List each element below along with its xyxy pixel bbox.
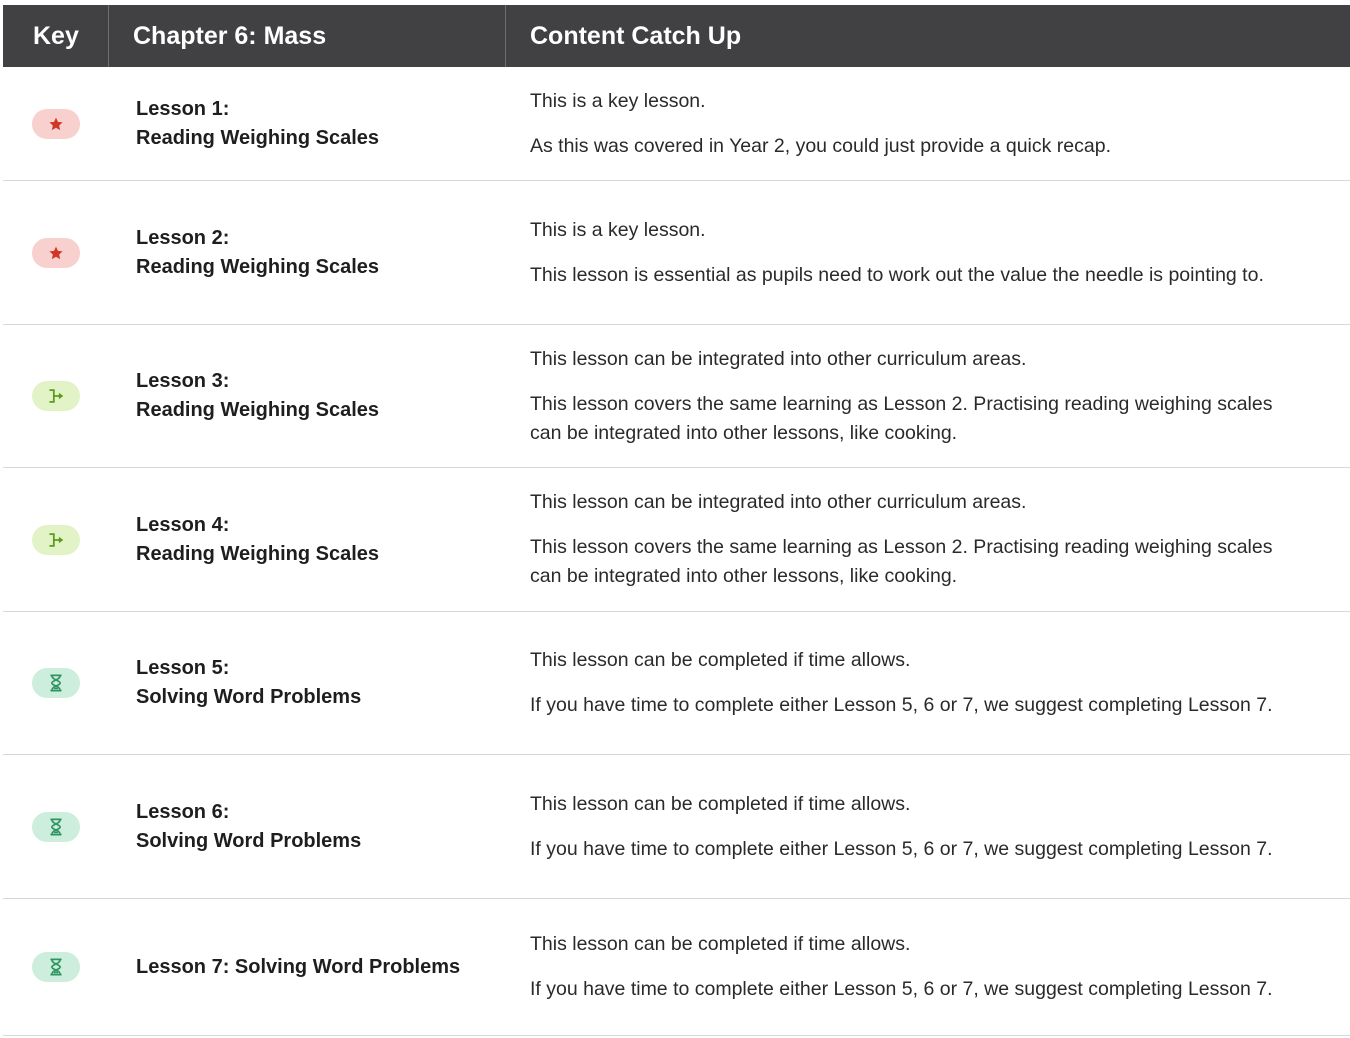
lesson-number: Lesson 7: Solving Word Problems (136, 955, 461, 978)
lesson-number: Lesson 1: (136, 97, 230, 120)
table-header: Key Chapter 6: Mass Content Catch Up (3, 5, 1350, 67)
content-cell: This lesson can be integrated into other… (506, 325, 1350, 467)
content-summary: This lesson can be completed if time all… (530, 792, 911, 815)
key-cell (3, 325, 109, 467)
lesson-title: Reading Weighing Scales (136, 542, 380, 565)
content-cell: This lesson can be completed if time all… (506, 612, 1350, 754)
key-cell (3, 67, 109, 180)
content-summary: This lesson can be completed if time all… (530, 933, 911, 955)
header-content: Content Catch Up (530, 21, 742, 50)
table-row: Lesson 6: Solving Word Problems This lesso… (3, 755, 1350, 899)
key-cell (3, 468, 109, 611)
star-icon (32, 108, 80, 139)
star-icon (32, 237, 80, 268)
content-detail: If you have time to complete either Less… (530, 837, 1273, 860)
lesson-number: Lesson 3: (136, 370, 230, 392)
lesson-cell: Lesson 5: Solving Word Problems (109, 612, 506, 754)
content-summary: This is a key lesson. (530, 89, 706, 112)
content-cell: This lesson can be completed if time all… (506, 899, 1350, 1035)
content-detail: This lesson covers the same learning as … (530, 392, 1273, 444)
lesson-title: Reading Weighing Scales (136, 255, 380, 278)
key-cell (3, 899, 109, 1035)
header-chapter: Chapter 6: Mass (109, 5, 506, 67)
table-row: Lesson 3: Reading Weighing Scales This les… (3, 325, 1350, 468)
content-detail: As this was covered in Year 2, you could… (530, 134, 1111, 157)
integrate-icon (32, 524, 80, 555)
table-body: Lesson 1: Reading Weighing Scales This is … (3, 67, 1350, 1036)
header-key: Key (3, 5, 109, 67)
lesson-cell: Lesson 4: Reading Weighing Scales (109, 468, 506, 611)
content-detail: This lesson is essential as pupils need … (530, 263, 1264, 286)
lesson-title: Reading Weighing Scales (136, 399, 380, 421)
lesson-cell: Lesson 1: Reading Weighing Scales (109, 67, 506, 180)
table-row: Lesson 7: Solving Word Problems This less… (3, 899, 1350, 1036)
lesson-number: Lesson 6: (136, 800, 230, 823)
lesson-number: Lesson 5: (136, 657, 230, 679)
hourglass-icon (32, 952, 80, 982)
content-summary: This lesson can be integrated into other… (530, 347, 1027, 370)
content-cell: This lesson can be integrated into other… (506, 468, 1350, 611)
hourglass-icon (32, 811, 80, 842)
content-cell: This is a key lesson. This lesson is esse… (506, 181, 1350, 324)
table-row: Lesson 5: Solving Word Problems This lesso… (3, 612, 1350, 755)
hourglass-icon (32, 668, 80, 698)
content-detail: This lesson covers the same learning as … (530, 536, 1273, 587)
content-cell: This is a key lesson. As this was covered… (506, 67, 1350, 180)
lesson-cell: Lesson 6: Solving Word Problems (109, 755, 506, 898)
lesson-number: Lesson 2: (136, 226, 230, 249)
content-detail: If you have time to complete either Less… (530, 694, 1273, 716)
lesson-number: Lesson 4: (136, 513, 230, 536)
catch-up-table: Key Chapter 6: Mass Content Catch Up Les… (3, 5, 1350, 1036)
key-cell (3, 612, 109, 754)
content-summary: This is a key lesson. (530, 218, 706, 241)
key-cell (3, 181, 109, 324)
table-row: Lesson 1: Reading Weighing Scales This is … (3, 67, 1350, 181)
integrate-icon (32, 381, 80, 411)
lesson-title: Solving Word Problems (136, 686, 362, 708)
lesson-cell: Lesson 7: Solving Word Problems (109, 899, 506, 1035)
lesson-cell: Lesson 3: Reading Weighing Scales (109, 325, 506, 467)
content-cell: This lesson can be completed if time all… (506, 755, 1350, 898)
content-summary: This lesson can be integrated into other… (530, 491, 1027, 513)
lesson-title: Reading Weighing Scales (136, 126, 380, 149)
key-cell (3, 755, 109, 898)
lesson-title: Solving Word Problems (136, 829, 362, 852)
table-row: Lesson 4: Reading Weighing Scales This les… (3, 468, 1350, 612)
table-row: Lesson 2: Reading Weighing Scales This is … (3, 181, 1350, 325)
lesson-cell: Lesson 2: Reading Weighing Scales (109, 181, 506, 324)
content-summary: This lesson can be completed if time all… (530, 649, 911, 671)
content-detail: If you have time to complete either Less… (530, 978, 1273, 1000)
